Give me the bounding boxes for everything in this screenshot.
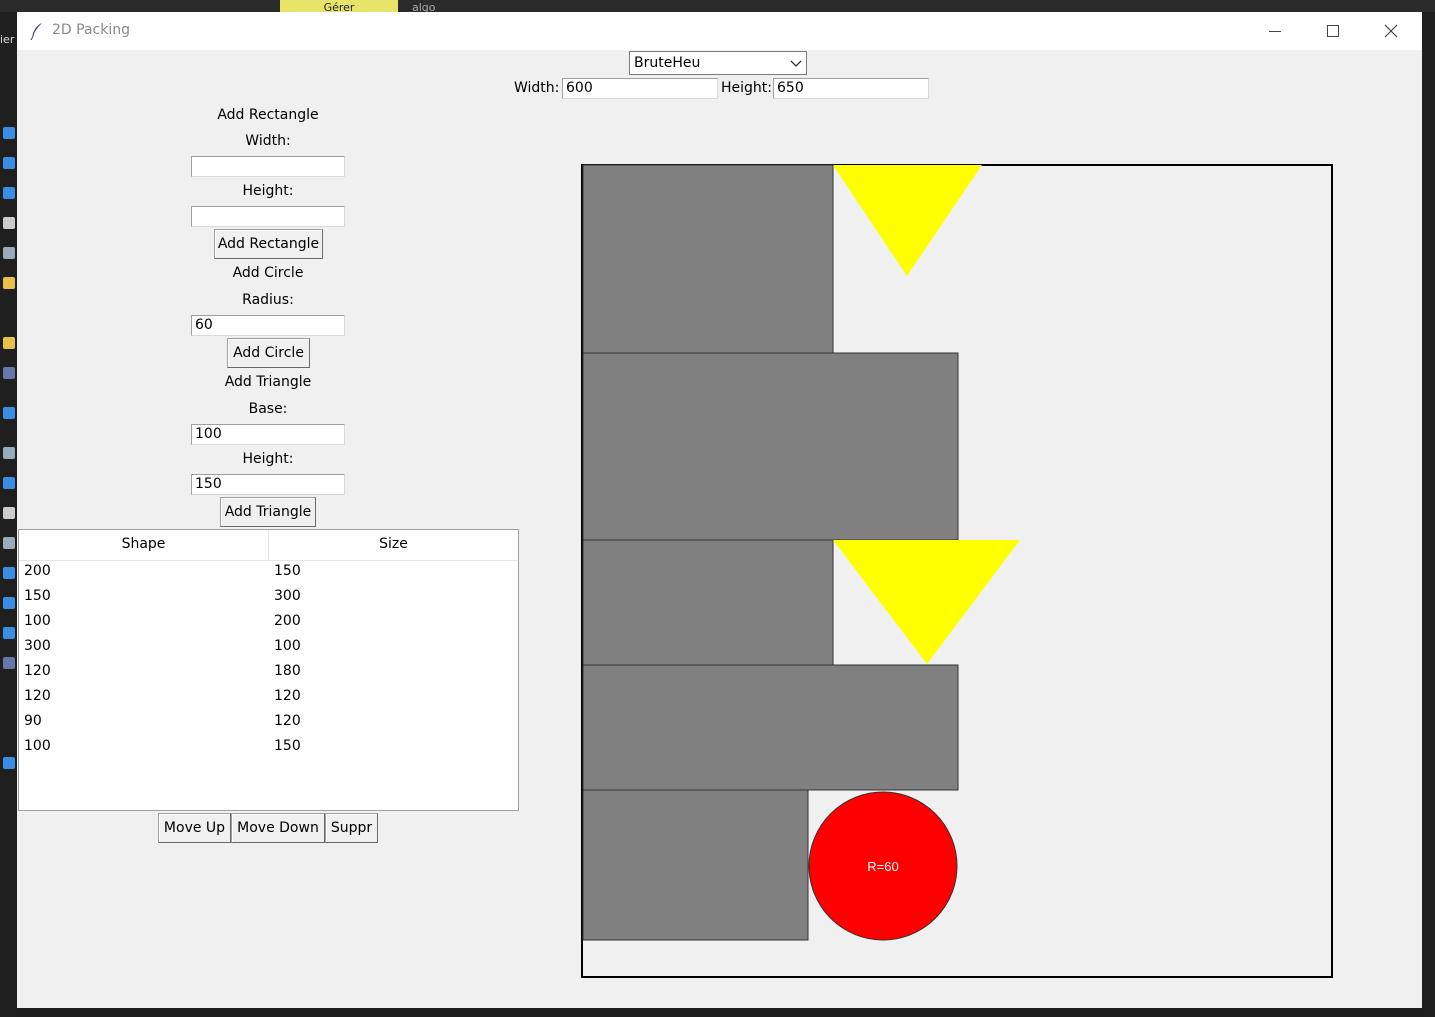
packed-rectangle [582,352,959,541]
window-icon [3,247,15,259]
background-taskbar [0,0,1435,12]
document-icon [3,217,15,229]
packed-rectangle [582,664,959,791]
packed-rectangle [582,789,809,941]
background-tab: Gérer [280,0,398,12]
cube-icon [3,597,15,609]
laptop-icon [3,447,15,459]
circle-radius-label: R=60 [867,859,898,874]
packed-triangle [833,540,1020,664]
background-right-panel [1422,12,1435,1017]
background-label: ier [0,33,15,46]
download-icon [3,627,15,639]
star-icon [3,127,15,139]
cloud-icon [3,407,15,419]
packing-canvas[interactable]: R=60 [17,12,1422,1008]
document-icon [3,507,15,519]
music-icon [3,567,15,579]
window-icon [3,537,15,549]
folder-icon [3,277,15,289]
packed-rectangle [582,164,834,354]
film-icon [3,657,15,669]
background-left-panel [0,12,17,1017]
app-window: 2D Packing BruteHeu Width: 600 Height: 6… [17,12,1422,1008]
packed-triangle [833,165,982,276]
chat-icon [3,477,15,489]
download-icon [3,187,15,199]
background-tab-2: algo [412,1,436,12]
film-icon [3,367,15,379]
chat-icon [3,157,15,169]
folder-icon [3,337,15,349]
packed-rectangle [582,539,834,666]
network-icon [3,757,15,769]
